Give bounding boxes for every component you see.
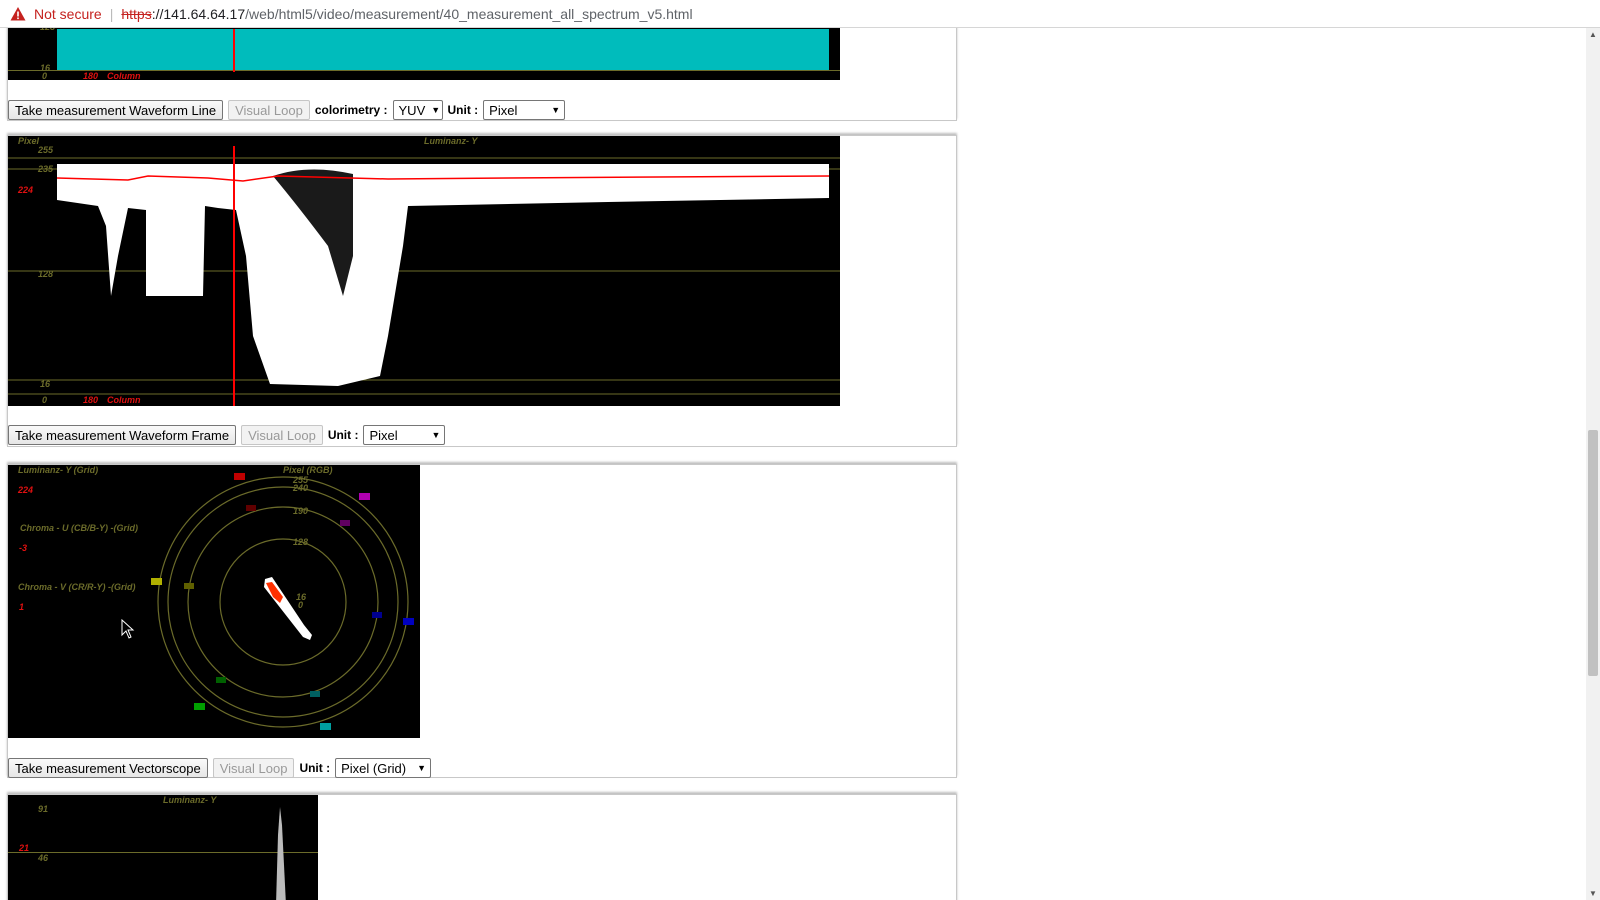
take-vectorscope-button[interactable]: Take measurement Vectorscope — [8, 758, 208, 778]
waveform-frame-plot — [8, 157, 840, 395]
dropdown-arrow-icon: ▼ — [417, 763, 427, 773]
address-bar[interactable]: Not secure | https://141.64.64.17/web/ht… — [0, 0, 1600, 28]
axis-label-16: 16 — [40, 379, 51, 389]
page-content: 128 16 0 180 Column Take measurement Wav… — [0, 28, 1586, 900]
warning-icon — [10, 6, 26, 20]
vectorscope-plot — [151, 473, 414, 730]
histogram-panel: Luminanz- Y 91 21 46 — [7, 794, 957, 900]
waveform-frame-panel: Pixel Luminanz- Y 255 235 224 128 16 0 1… — [7, 135, 957, 447]
axis-label-128: 128 — [38, 269, 54, 279]
unit-label: Unit : — [299, 761, 331, 775]
colorimetry-select[interactable]: YUV ▼ — [392, 100, 443, 120]
column-label: Column — [107, 71, 141, 80]
scroll-up-icon[interactable]: ▲ — [1589, 30, 1597, 39]
divider: | — [109, 5, 114, 22]
unit-value: Pixel — [489, 102, 518, 118]
axis-label-235: 235 — [38, 164, 54, 174]
scope-title: Pixel (RGB) — [283, 465, 333, 475]
channel-title: Luminanz- Y — [163, 795, 217, 805]
take-waveform-line-button[interactable]: Take measurement Waveform Line — [8, 100, 224, 120]
ring-label-0: 0 — [298, 600, 304, 610]
cursor-line — [233, 146, 235, 406]
waveform-line-canvas: 128 16 0 180 Column — [8, 28, 840, 80]
ring-label-128: 128 — [293, 537, 309, 547]
waveform-line-controls: Take measurement Waveform Line Visual Lo… — [8, 99, 566, 121]
visual-loop-button[interactable]: Visual Loop — [228, 100, 310, 120]
visual-loop-button[interactable]: Visual Loop — [212, 758, 295, 778]
scrollbar-thumb[interactable] — [1588, 430, 1598, 676]
vectorscope-panel: Luminanz- Y (Grid) 224 Chroma - U (CB/B-… — [7, 464, 957, 778]
unit-label: Unit : — [327, 428, 359, 442]
histogram-canvas: Luminanz- Y 91 21 46 — [8, 795, 318, 900]
unit-label: Unit : — [447, 103, 479, 117]
column-value: 180 — [83, 395, 99, 405]
unit-title: Pixel — [18, 136, 40, 146]
column-label: Column — [107, 395, 141, 405]
url-text[interactable]: https://141.64.64.17/web/html5/video/mea… — [121, 6, 692, 22]
chroma-u-value: -3 — [19, 543, 28, 553]
current-value: 21 — [19, 843, 30, 853]
scroll-down-icon[interactable]: ▼ — [1589, 889, 1597, 898]
cyan-signal-fill — [57, 29, 829, 71]
axis-label-top: 128 — [40, 28, 55, 32]
chroma-v-value: 1 — [19, 602, 25, 612]
unit-select[interactable]: Pixel (Grid) ▼ — [335, 758, 432, 778]
waveform-frame-controls: Take measurement Waveform Frame Visual L… — [8, 424, 446, 446]
ring-label-240: 240 — [293, 483, 309, 493]
luma-title: Luminanz- Y (Grid) — [18, 465, 99, 475]
waveform-line-panel: 128 16 0 180 Column Take measurement Wav… — [7, 28, 957, 121]
axis-label-0: 0 — [42, 71, 48, 80]
vertical-scrollbar[interactable]: ▲ ▼ — [1586, 28, 1600, 900]
axis-label-mid: 46 — [38, 853, 49, 863]
channel-title: Luminanz- Y — [424, 136, 478, 146]
unit-value: Pixel — [369, 427, 398, 443]
url-scheme: https — [121, 5, 152, 22]
unit-value: Pixel (Grid) — [341, 760, 407, 776]
vectorscope-canvas: Luminanz- Y (Grid) 224 Chroma - U (CB/B-… — [8, 465, 420, 738]
colorimetry-label: colorimetry : — [314, 103, 388, 117]
vectorscope-controls: Take measurement Vectorscope Visual Loop… — [8, 757, 432, 779]
cursor-line — [233, 29, 235, 72]
waveform-frame-canvas: Pixel Luminanz- Y 255 235 224 128 16 0 1… — [8, 136, 840, 406]
url-scheme-separator: :// — [151, 5, 164, 22]
axis-label-255: 255 — [38, 145, 54, 155]
chroma-v-title: Chroma - V (CR/R-Y) -(Grid) — [18, 582, 136, 592]
histogram-plot — [276, 807, 286, 900]
dropdown-arrow-icon: ▼ — [551, 105, 561, 115]
column-value: 180 — [83, 71, 99, 80]
dropdown-arrow-icon: ▼ — [431, 430, 441, 440]
unit-select[interactable]: Pixel ▼ — [483, 100, 566, 120]
colorimetry-value: YUV — [398, 102, 426, 118]
axis-label-top: 91 — [38, 804, 49, 814]
mouse-cursor-icon — [121, 619, 135, 639]
security-status[interactable]: Not secure — [34, 6, 102, 22]
current-value: 224 — [18, 185, 34, 195]
dropdown-arrow-icon: ▼ — [431, 105, 441, 115]
luma-value: 224 — [18, 485, 34, 495]
axis-label-0: 0 — [42, 395, 48, 405]
chroma-u-title: Chroma - U (CB/B-Y) -(Grid) — [20, 523, 138, 533]
url-path: /web/html5/video/measurement/40_measurem… — [245, 5, 693, 22]
ring-label-190: 190 — [293, 506, 309, 516]
url-host: 141.64.64.17 — [163, 5, 246, 22]
take-waveform-frame-button[interactable]: Take measurement Waveform Frame — [8, 425, 237, 445]
visual-loop-button[interactable]: Visual Loop — [241, 425, 323, 445]
unit-select[interactable]: Pixel ▼ — [363, 425, 446, 445]
